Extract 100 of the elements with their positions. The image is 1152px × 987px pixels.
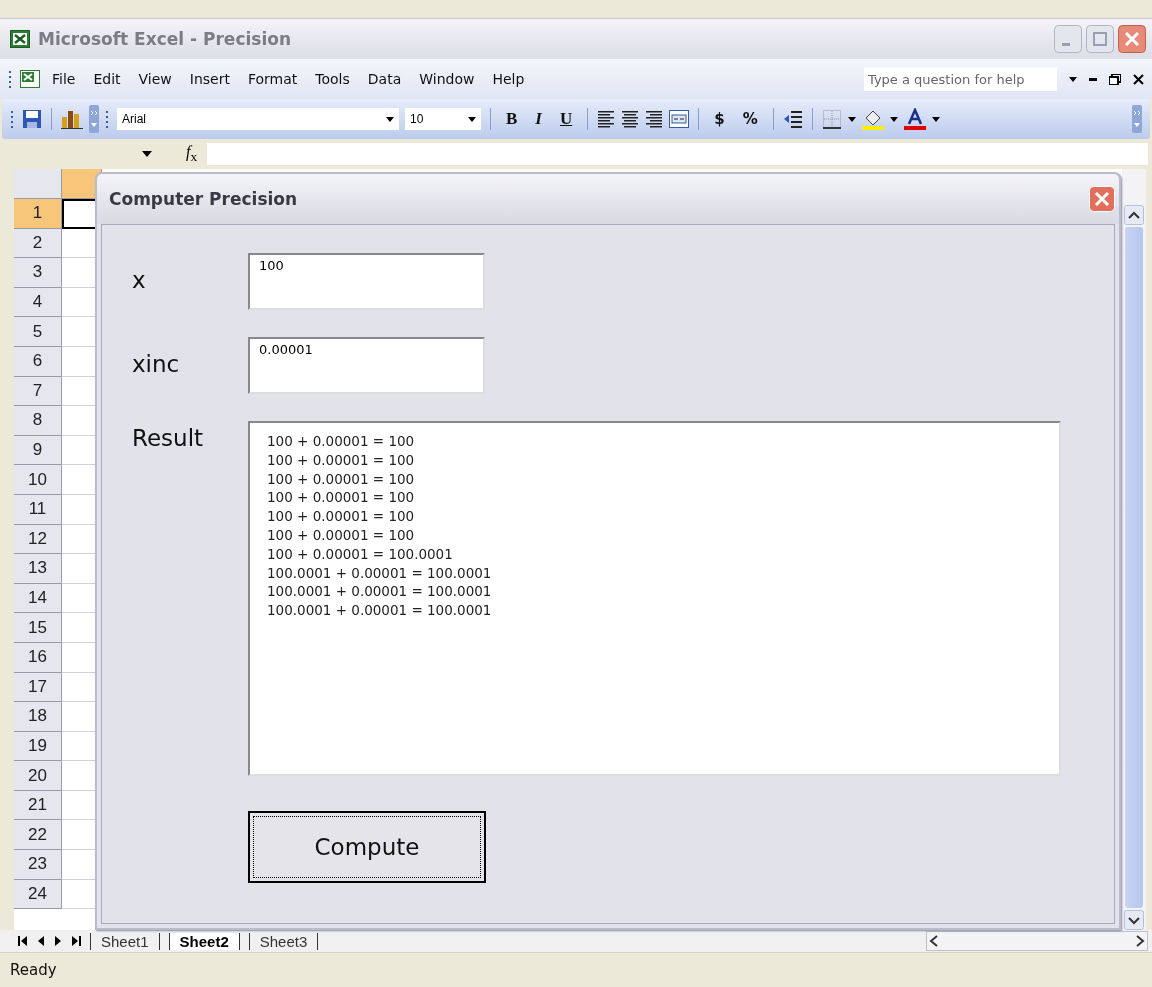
- sheet-tab[interactable]: Sheet2: [168, 932, 240, 950]
- row-header[interactable]: 17: [14, 672, 62, 703]
- row-header[interactable]: 7: [14, 376, 62, 407]
- row-header[interactable]: 14: [14, 583, 62, 614]
- row-header[interactable]: 12: [14, 524, 62, 555]
- bold-button[interactable]: B: [500, 106, 524, 132]
- maximize-button[interactable]: [1086, 25, 1114, 53]
- result-line: 100 + 0.00001 = 100.0001: [267, 544, 453, 564]
- save-icon[interactable]: [22, 109, 42, 129]
- menu-item[interactable]: Data: [361, 69, 408, 89]
- result-area[interactable]: [248, 421, 1061, 776]
- align-left-icon[interactable]: [597, 109, 616, 129]
- result-line: 100.0001 + 0.00001 = 100.0001: [267, 563, 492, 583]
- row-header[interactable]: 23: [14, 850, 62, 880]
- last-sheet-icon[interactable]: [71, 936, 81, 946]
- status-text: Ready: [10, 961, 57, 979]
- spreadsheet-icon: [20, 70, 40, 88]
- toolbar-options-icon[interactable]: [89, 105, 99, 133]
- result-line: 100 + 0.00001 = 100: [267, 432, 415, 451]
- minimize-icon[interactable]: [1089, 77, 1097, 81]
- row-header[interactable]: 3: [14, 258, 62, 288]
- row-header[interactable]: 18: [14, 702, 62, 732]
- font-name-field[interactable]: Arial: [117, 108, 399, 130]
- menu-item[interactable]: Help: [486, 69, 531, 89]
- minimize-button[interactable]: [1054, 25, 1082, 53]
- row-header[interactable]: 19: [14, 731, 62, 762]
- row-header[interactable]: 8: [14, 406, 62, 436]
- horizontal-scrollbar[interactable]: [926, 931, 1148, 951]
- merge-center-icon[interactable]: [669, 110, 690, 128]
- result-line: 100 + 0.00001 = 100: [267, 488, 415, 508]
- currency-button[interactable]: $: [708, 106, 731, 132]
- first-sheet-icon[interactable]: [18, 936, 28, 946]
- toolbar-grip-icon: [10, 109, 14, 129]
- input-field[interactable]: 100: [248, 253, 485, 310]
- toolbar-grip-icon: [105, 109, 109, 129]
- dropdown-arrow-icon[interactable]: [142, 151, 152, 157]
- row-header[interactable]: 20: [14, 761, 62, 791]
- font-color-icon[interactable]: [903, 108, 926, 130]
- window-title: Microsoft Excel - Precision: [38, 29, 293, 49]
- row-header[interactable]: 6: [14, 346, 62, 377]
- decrease-indent-icon[interactable]: [782, 109, 803, 129]
- borders-icon[interactable]: [821, 109, 842, 129]
- row-header[interactable]: 21: [14, 790, 62, 821]
- percent-button[interactable]: %: [736, 106, 764, 132]
- dropdown-arrow-icon[interactable]: [386, 116, 394, 122]
- dropdown-arrow-icon[interactable]: [1069, 76, 1077, 82]
- underline-button[interactable]: U: [553, 106, 579, 132]
- result-line: 100.0001 + 0.00001 = 100.0001: [267, 601, 492, 620]
- select-all-cell[interactable]: [14, 169, 62, 199]
- toolbar-grip-icon: [8, 69, 12, 89]
- bar-chart-icon[interactable]: [61, 109, 83, 129]
- compute-button[interactable]: Compute: [248, 811, 486, 883]
- dropdown-arrow-icon[interactable]: [931, 116, 940, 122]
- align-right-icon[interactable]: [645, 109, 664, 129]
- row-header[interactable]: 11: [14, 494, 62, 525]
- scroll-down-icon[interactable]: [1124, 910, 1144, 930]
- italic-button[interactable]: I: [529, 106, 548, 132]
- menu-item[interactable]: Format: [241, 69, 304, 89]
- function-button[interactable]: f$_{x}$: [176, 142, 208, 166]
- row-header[interactable]: 13: [14, 554, 62, 584]
- menu-item[interactable]: Tools: [309, 69, 356, 89]
- row-header[interactable]: 5: [14, 317, 62, 347]
- formula-field[interactable]: [207, 143, 1148, 165]
- next-sheet-icon[interactable]: [54, 936, 62, 946]
- dropdown-arrow-icon[interactable]: [847, 116, 856, 122]
- row-header[interactable]: 2: [14, 228, 62, 259]
- scroll-up-icon[interactable]: [1124, 205, 1144, 225]
- menu-item[interactable]: Window: [413, 69, 481, 89]
- vertical-scrollbar[interactable]: [1122, 169, 1146, 930]
- dropdown-arrow-icon[interactable]: [889, 116, 898, 122]
- row-header[interactable]: 24: [14, 879, 62, 910]
- row-header[interactable]: 22: [14, 820, 62, 851]
- sheet-tab[interactable]: Sheet3: [248, 932, 319, 950]
- result-line: 100 + 0.00001 = 100: [267, 507, 415, 526]
- field-label: Result: [132, 424, 205, 451]
- result-line: 100 + 0.00001 = 100: [267, 526, 415, 545]
- row-header[interactable]: 4: [14, 287, 62, 318]
- previous-sheet-icon[interactable]: [37, 936, 45, 946]
- input-field[interactable]: 0.00001: [248, 337, 485, 394]
- row-header[interactable]: 9: [14, 435, 62, 466]
- align-center-icon[interactable]: [621, 109, 640, 129]
- row-header[interactable]: 16: [14, 642, 62, 673]
- result-line: 100 + 0.00001 = 100: [267, 469, 415, 489]
- field-label: x: [132, 266, 147, 293]
- close-icon[interactable]: [1133, 73, 1144, 85]
- menu-item[interactable]: View: [132, 69, 178, 89]
- toolbar-options-icon[interactable]: [1132, 105, 1142, 133]
- row-header[interactable]: 1: [14, 199, 62, 229]
- row-header[interactable]: 10: [14, 465, 62, 495]
- menu-item[interactable]: Insert: [183, 69, 236, 89]
- sheet-tab[interactable]: Sheet1: [90, 932, 160, 950]
- menu-item[interactable]: Edit: [87, 69, 127, 89]
- help-search-field[interactable]: Type a question for help: [864, 67, 1057, 91]
- result-line: 100.0001 + 0.00001 = 100.0001: [267, 582, 492, 602]
- row-header[interactable]: 15: [14, 613, 62, 643]
- close-button[interactable]: [1118, 25, 1146, 53]
- dropdown-arrow-icon[interactable]: [468, 116, 476, 122]
- restore-icon[interactable]: [1109, 73, 1121, 85]
- menu-item[interactable]: File: [46, 69, 82, 89]
- font-size-field[interactable]: 10: [405, 108, 481, 130]
